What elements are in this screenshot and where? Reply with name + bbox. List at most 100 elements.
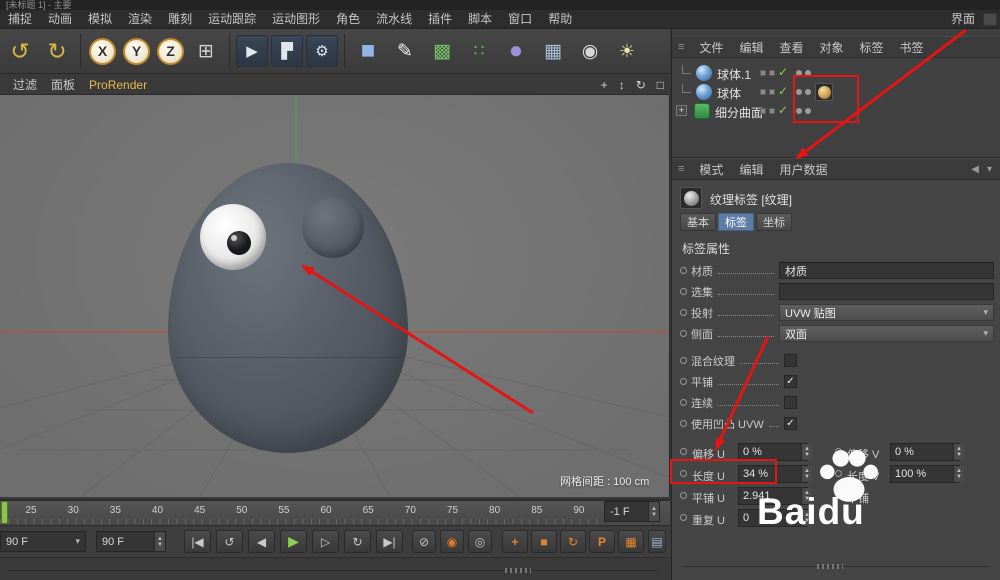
spline-pen-icon[interactable]: ✎ [388,33,422,69]
pan-view-icon[interactable]: + [601,78,608,92]
keyframe-dot[interactable] [680,492,687,499]
length-v-field[interactable]: 100 % ▲▼ [890,465,960,483]
om-menu-file[interactable]: 文件 [691,39,731,56]
deformer-icon[interactable]: ● [499,33,533,69]
key-scale-toggle[interactable]: ■ [531,530,557,553]
keyframe-dot[interactable] [680,288,687,295]
layout-panel-icon[interactable]: ▤ [648,530,666,553]
render-visibility-dot[interactable] [805,89,811,95]
om-menu-view[interactable]: 查看 [771,39,811,56]
rotate-left-icon[interactable]: ↺ [3,33,37,69]
length-u-field[interactable]: 34 % ▲▼ [738,465,808,483]
stepper[interactable]: ▲▼ [953,444,964,460]
go-to-end-button[interactable]: ▶| [376,530,403,553]
am-menu-user-data[interactable]: 用户数据 [771,161,835,178]
rotate-view-icon[interactable]: ↻ [636,78,646,92]
dropdown-arrow-icon[interactable]: ▾ [987,164,992,175]
current-frame-field[interactable]: 90 F ▲▼ [96,531,166,552]
lock-y-axis-button[interactable]: Y [123,38,150,65]
menu-pipeline[interactable]: 流水线 [368,10,420,29]
key-pla-toggle[interactable]: ▦ [618,530,644,553]
om-menu-bookmarks[interactable]: 书签 [892,39,932,56]
divider-grip[interactable] [817,564,843,569]
keyframe-dot[interactable] [680,420,687,427]
keyframe-dot[interactable] [680,378,687,385]
om-menu-objects[interactable]: 对象 [811,39,851,56]
am-menu-edit[interactable]: 编辑 [731,161,771,178]
tiles-u-field[interactable]: 2.941 ▲▼ [738,487,808,505]
enabled-check-icon[interactable]: ✓ [778,84,788,98]
horizontal-divider[interactable] [8,570,658,571]
enabled-check-icon[interactable]: ✓ [778,65,788,79]
render-visibility-dot[interactable] [805,108,811,114]
panel-menu[interactable]: 面板 [44,76,82,93]
stepper[interactable]: ▲▼ [648,502,659,521]
menu-character[interactable]: 角色 [328,10,368,29]
tab-coordinates[interactable]: 坐标 [756,213,792,231]
layer-toggle-icon[interactable] [769,108,775,114]
mograph-icon[interactable]: ∷ [462,33,496,69]
stepper[interactable]: ▲▼ [154,532,165,551]
render-settings-icon[interactable]: ⚙ [306,35,338,67]
object-row-subdivision[interactable]: + 细分曲面 ✓ [672,102,1000,121]
prorender-menu[interactable]: ProRender [82,78,154,92]
menu-snap[interactable]: 捕捉 [0,10,40,29]
stepper[interactable]: ▲▼ [801,444,812,460]
offset-v-field[interactable]: 0 % ▲▼ [890,443,960,461]
light-icon[interactable]: ☀ [610,33,644,69]
timeline-ruler[interactable]: 25 30 35 40 45 50 55 60 65 70 75 80 85 9… [0,499,670,526]
stepper[interactable]: ▲▼ [801,466,812,482]
frame-offset-field[interactable]: -1 F ▲▼ [604,501,660,522]
back-arrow-icon[interactable]: ◀ [971,164,979,175]
menu-sculpt[interactable]: 雕刻 [160,10,200,29]
side-dropdown[interactable]: 双面 ▾ [779,325,994,342]
keyframe-dot[interactable] [835,470,842,477]
om-menu-edit[interactable]: 编辑 [731,39,771,56]
object-row-sphere[interactable]: 球体 ✓ [672,83,1000,102]
panel-grip-icon[interactable]: ≡ [678,41,684,53]
layer-toggle-icon[interactable] [760,70,766,76]
editor-visibility-dot[interactable] [796,70,802,76]
keyframe-dot[interactable] [680,448,687,455]
play-reverse-button[interactable]: ↺ [216,530,243,553]
lock-z-axis-button[interactable]: Z [157,38,184,65]
keyframe-dot[interactable] [835,492,842,499]
seamless-checkbox[interactable] [784,396,797,409]
layout-preset-icon[interactable] [983,13,997,26]
play-button[interactable]: ▶ [280,530,307,553]
material-field[interactable]: 材质 [779,262,994,279]
expand-icon[interactable]: + [676,105,687,116]
projection-dropdown[interactable]: UVW 贴图 ▾ [779,304,994,321]
previous-frame-button[interactable]: ◀ [248,530,275,553]
primitive-cube-icon[interactable]: ■ [351,33,385,69]
texture-tag-icon[interactable] [815,83,833,101]
render-picture-viewer-icon[interactable]: ▛ [271,35,303,67]
key-position-toggle[interactable]: + [502,530,528,553]
floor-icon[interactable]: ▦ [536,33,570,69]
menu-render[interactable]: 渲染 [120,10,160,29]
autokey-button[interactable]: ◎ [468,530,492,553]
subdivision-surface-icon[interactable]: ▩ [425,33,459,69]
dropdown-arrow-icon[interactable]: ▾ [75,536,80,547]
zoom-view-icon[interactable]: ↕ [619,78,625,92]
next-frame-button[interactable]: ▷ [312,530,339,553]
layer-toggle-icon[interactable] [760,89,766,95]
range-end-field[interactable]: 90 F ▾ [0,531,86,552]
tile-checkbox[interactable]: ✓ [784,375,797,388]
mix-textures-checkbox[interactable] [784,354,797,367]
go-to-start-button[interactable]: |◀ [184,530,211,553]
menu-simulate[interactable]: 模拟 [80,10,120,29]
layer-toggle-icon[interactable] [769,70,775,76]
tab-tag[interactable]: 标签 [718,213,754,231]
om-menu-tags[interactable]: 标签 [851,39,891,56]
layer-toggle-icon[interactable] [769,89,775,95]
editor-visibility-dot[interactable] [796,108,802,114]
menu-window[interactable]: 窗口 [500,10,540,29]
render-view-icon[interactable]: ▶ [236,35,268,67]
lock-x-axis-button[interactable]: X [89,38,116,65]
key-rotation-toggle[interactable]: ↻ [560,530,586,553]
am-menu-mode[interactable]: 模式 [691,161,731,178]
menu-help[interactable]: 帮助 [540,10,580,29]
stepper[interactable]: ▲▼ [801,510,812,526]
camera-icon[interactable]: ◉ [573,33,607,69]
